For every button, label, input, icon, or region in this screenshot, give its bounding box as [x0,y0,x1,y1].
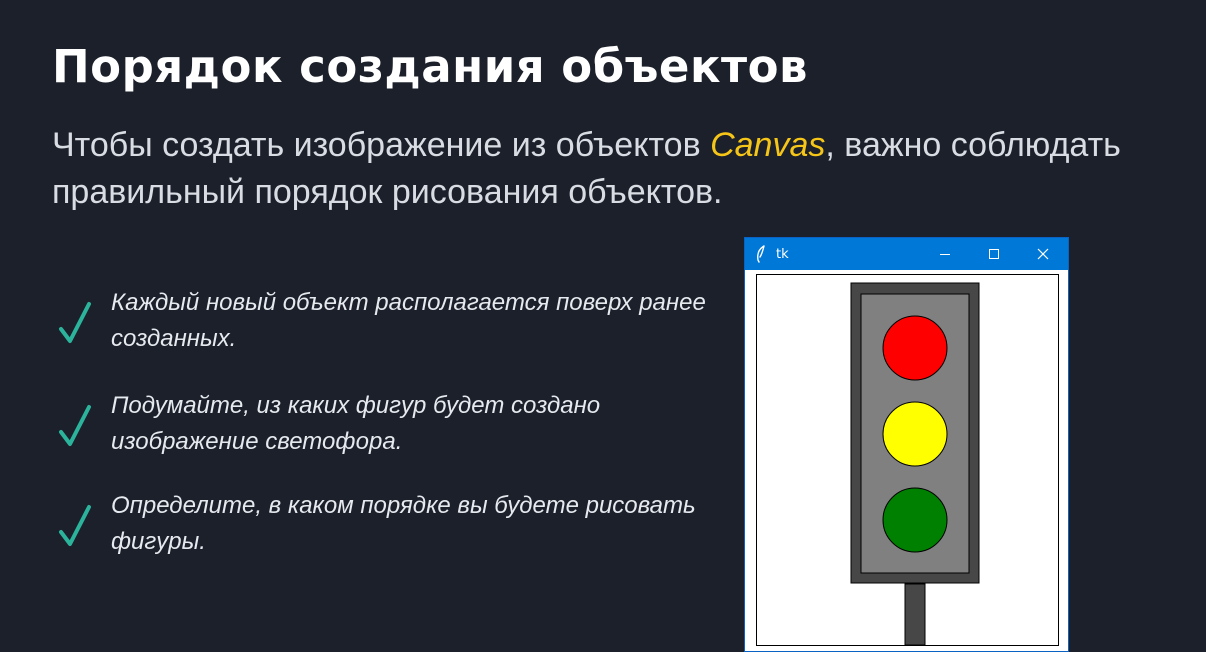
slide-subtitle: Чтобы создать изображение из объектов Ca… [52,122,1152,216]
check-icon [59,405,91,446]
bullet-item: Подумайте, из каких фигур будет создано … [58,388,698,458]
tk-window: tk [744,237,1069,652]
bullet-item: Определите, в каком порядке вы будете ри… [58,488,698,558]
check-icon [59,505,91,546]
check-icon [59,302,91,343]
bullet-item: Каждый новый объект располагается поверх… [58,285,706,355]
subtitle-accent-canvas: Canvas [710,126,826,164]
tk-titlebar[interactable]: tk [745,238,1068,270]
traffic-light-pole [904,583,926,646]
slide-title: Порядок создания объектов [52,40,808,93]
tk-window-title: tk [776,247,789,262]
bullet-text: Определите, в каком порядке вы будете ри… [111,492,696,555]
green-light [882,487,948,553]
maximize-icon[interactable] [969,238,1017,270]
red-light [882,315,948,381]
close-icon[interactable] [1019,238,1067,270]
subtitle-text-before: Чтобы создать изображение из объектов [52,126,711,164]
feather-icon [757,245,765,263]
yellow-light [882,401,948,467]
bullet-text: Каждый новый объект располагается поверх… [111,289,706,352]
minimize-icon[interactable] [921,238,969,270]
bullet-text: Подумайте, из каких фигур будет создано … [111,392,601,455]
traffic-light-drawing [850,282,980,646]
tk-canvas[interactable] [756,274,1059,646]
